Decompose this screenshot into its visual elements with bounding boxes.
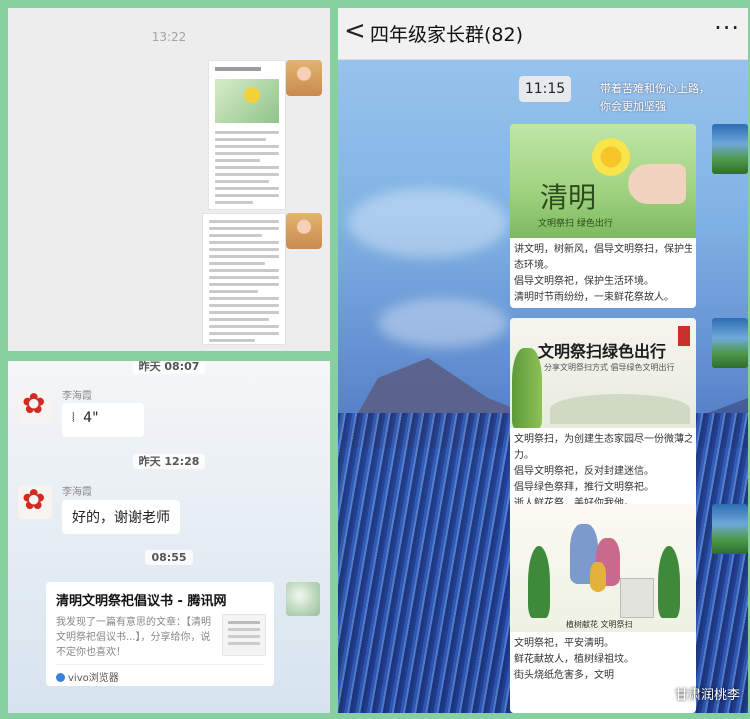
image-text-card[interactable]: 文明祭扫绿色出行 分享文明祭扫方式 倡导绿色文明出行 文明祭扫，为创建生态家园尽… bbox=[510, 318, 696, 514]
avatar[interactable] bbox=[286, 60, 322, 96]
message-timestamp: 昨天 12:28 bbox=[8, 453, 330, 469]
message-timestamp: 昨天 08:07 bbox=[8, 361, 330, 374]
tree-planting-illustration: 植树献花 文明祭扫 bbox=[510, 504, 696, 632]
chat-panel-screenshots: 13:22 bbox=[8, 8, 330, 351]
hill-graphic bbox=[550, 394, 690, 424]
sunflower-graphic bbox=[592, 138, 630, 176]
image-text-card[interactable]: 清明 文明祭扫 绿色出行 讲文明，树新风，倡导文明祭扫，保护生 态环境。 倡导文… bbox=[510, 124, 696, 308]
shared-link-card[interactable]: 清明文明祭祀倡议书 - 腾讯网 我发现了一篇有意思的文章：【清明文明祭祀倡议书.… bbox=[46, 582, 274, 686]
group-title: 四年级家长群(82) bbox=[370, 24, 524, 46]
tombstone-graphic bbox=[620, 578, 654, 618]
message-time: 13:22 bbox=[151, 30, 187, 44]
avatar[interactable] bbox=[18, 483, 52, 519]
image-text-card[interactable]: 植树献花 文明祭扫 文明祭祀，平安清明。 鲜花献故人，植树绿祖坟。 街头烧纸危害… bbox=[510, 504, 696, 713]
background-cloud bbox=[348, 188, 508, 258]
browser-icon bbox=[56, 673, 65, 682]
avatar[interactable] bbox=[18, 387, 52, 423]
voice-message[interactable]: ⦚ 4" bbox=[62, 403, 144, 437]
avatar[interactable] bbox=[712, 318, 748, 368]
more-options-icon[interactable]: ··· bbox=[714, 14, 740, 42]
chat-header: < 四年级家长群(82) ··· bbox=[338, 8, 748, 60]
avatar[interactable] bbox=[286, 582, 320, 616]
qingming-poster-image: 清明 文明祭扫 绿色出行 bbox=[510, 124, 696, 238]
document-screenshot-message[interactable] bbox=[202, 213, 286, 345]
text-message[interactable]: 好的，谢谢老师 bbox=[62, 500, 180, 534]
document-screenshot-message[interactable] bbox=[208, 60, 286, 210]
message-timestamp: 08:55 bbox=[8, 550, 330, 565]
watermark: 甘肃润桃李 bbox=[657, 684, 740, 703]
person-graphic bbox=[590, 562, 606, 592]
sender-name: 李海霞 bbox=[62, 391, 92, 402]
message-time: 11:15 bbox=[519, 76, 571, 102]
hand-graphic bbox=[628, 164, 686, 204]
card-caption: 讲文明，树新风，倡导文明祭扫，保护生 态环境。 倡导文明祭祀，保护生活环境。 清… bbox=[514, 244, 692, 303]
cypress-tree-graphic bbox=[528, 546, 550, 618]
avatar[interactable] bbox=[712, 504, 748, 554]
link-thumbnail bbox=[222, 614, 266, 656]
seal-graphic bbox=[678, 326, 690, 346]
back-chevron-icon[interactable]: < bbox=[344, 16, 366, 46]
avatar[interactable] bbox=[286, 213, 322, 249]
cypress-tree-graphic bbox=[658, 546, 680, 618]
wechat-logo-icon bbox=[657, 688, 672, 700]
avatar[interactable] bbox=[712, 124, 748, 174]
green-travel-poster-image: 文明祭扫绿色出行 分享文明祭扫方式 倡导绿色文明出行 bbox=[510, 318, 696, 428]
card-caption: 文明祭扫，为创建生态家园尽一份微薄之 力。 倡导文明祭祀，反对封建迷信。 倡导绿… bbox=[514, 434, 692, 509]
voice-wave-icon: ⦚ bbox=[72, 411, 75, 426]
background-poem: 带着苦难和伤心上路， 你会更加坚强 bbox=[600, 82, 710, 113]
link-description: 我发现了一篇有意思的文章：【清明文明祭祀倡议书...】，分享给你，说不定你也喜欢… bbox=[56, 617, 211, 658]
link-title: 清明文明祭祀倡议书 - 腾讯网 bbox=[56, 594, 227, 609]
link-source: vivo浏览器 bbox=[56, 664, 264, 684]
card-caption: 文明祭祀，平安清明。 鲜花献故人，植树绿祖坟。 街头烧纸危害多，文明 bbox=[514, 638, 634, 681]
sender-name: 李海霞 bbox=[62, 487, 92, 498]
chat-panel-replies: 昨天 08:07 李海霞 ⦚ 4" 昨天 12:28 李海霞 好的，谢谢老师 0… bbox=[8, 361, 330, 713]
group-chat-panel: 带着苦难和伤心上路， 你会更加坚强 < 四年级家长群(82) ··· 11:15… bbox=[338, 8, 748, 713]
